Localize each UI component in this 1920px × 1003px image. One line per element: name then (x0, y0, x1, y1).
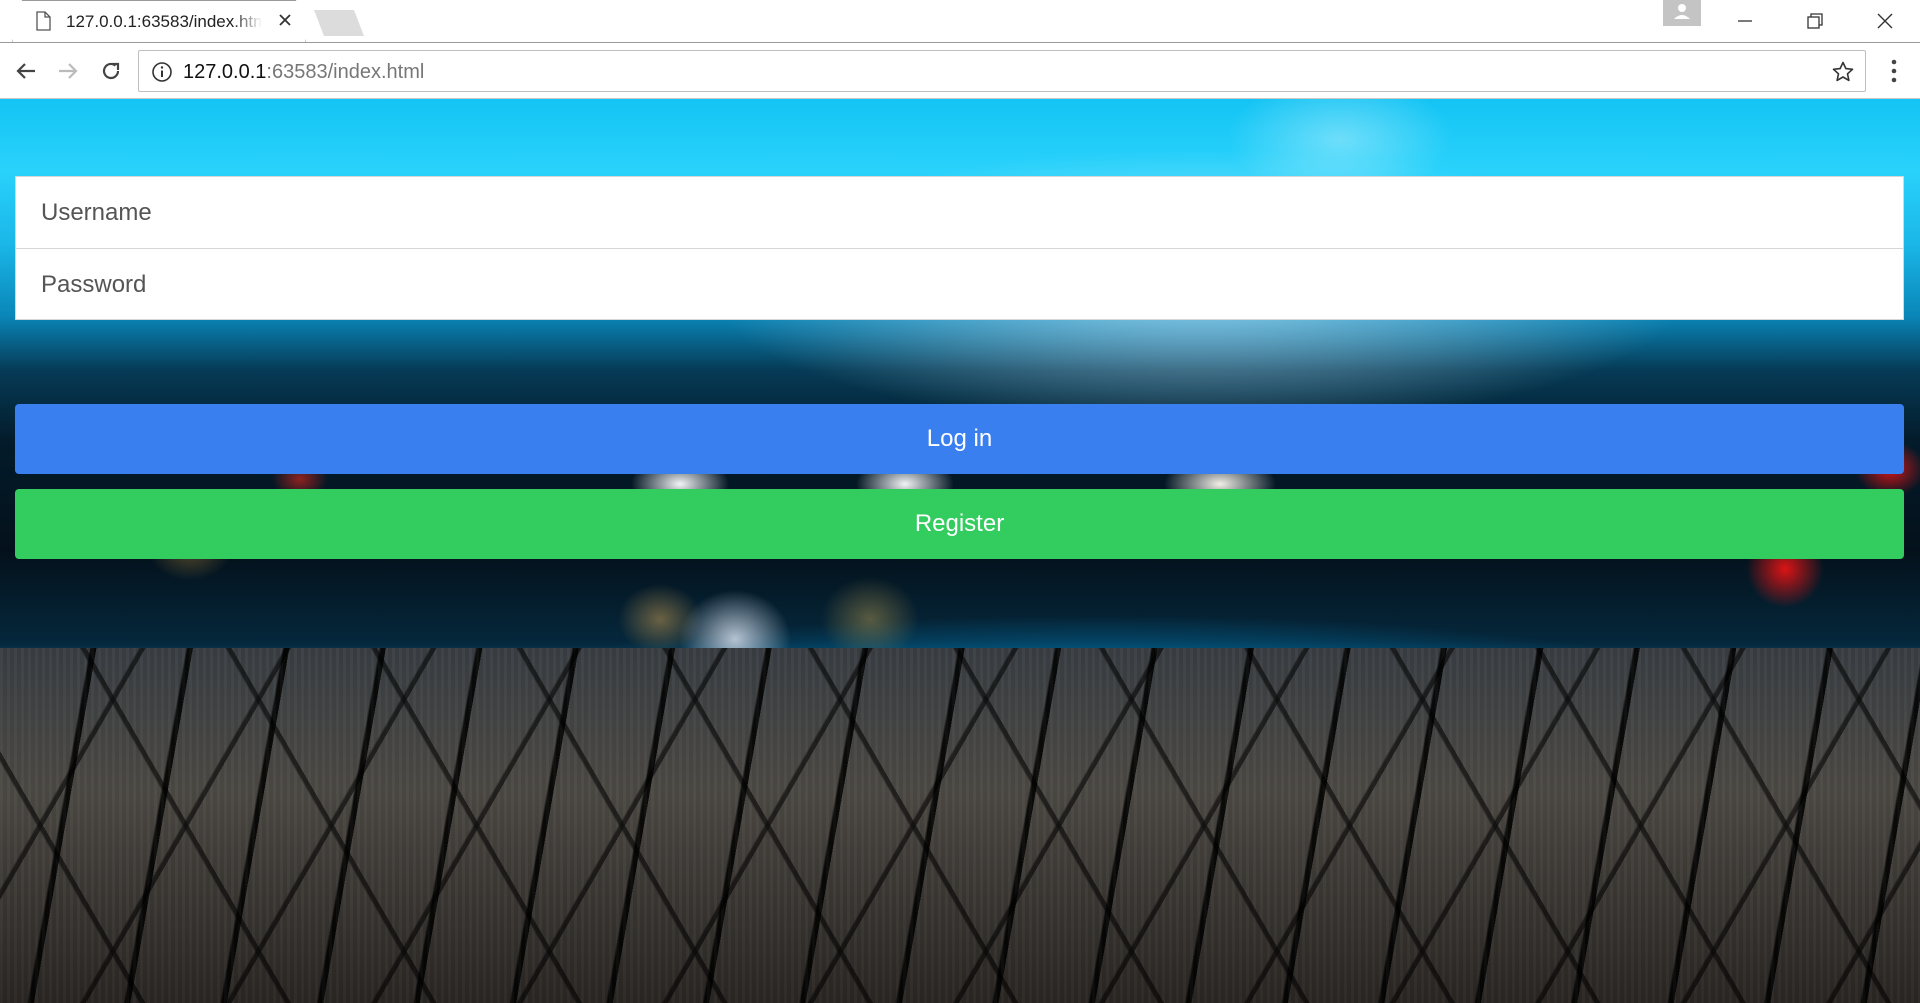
password-input[interactable] (16, 249, 1903, 321)
close-icon (1877, 13, 1893, 29)
forward-button[interactable] (52, 55, 84, 87)
reload-button[interactable] (95, 55, 127, 87)
restore-icon (1807, 13, 1823, 29)
login-form (15, 176, 1904, 321)
new-tab-button[interactable] (314, 10, 364, 36)
browser-toolbar: 127.0.0.1:63583/index.html (0, 42, 1920, 99)
url-host: 127.0.0.1 (183, 61, 267, 83)
back-button[interactable] (10, 55, 42, 87)
minimize-icon (1738, 20, 1752, 22)
arrow-right-icon (59, 63, 78, 79)
page-background: Log in Register (0, 99, 1920, 1003)
menu-icon[interactable] (1882, 57, 1906, 85)
tab-strip: 127.0.0.1:63583/index.html (0, 0, 1920, 43)
login-button[interactable]: Log in (15, 404, 1904, 474)
address-bar[interactable]: 127.0.0.1:63583/index.html (138, 50, 1866, 92)
star-icon[interactable] (1831, 60, 1855, 84)
url-text[interactable]: 127.0.0.1:63583/index.html (183, 61, 424, 83)
url-path: :63583/index.html (266, 61, 425, 83)
wooden-floor-background (0, 648, 1920, 1003)
tab-title: 127.0.0.1:63583/index.html (66, 12, 262, 31)
minimize-button[interactable] (1710, 0, 1780, 42)
arrow-left-icon (16, 63, 35, 79)
close-icon[interactable] (276, 11, 294, 29)
window-close-button[interactable] (1850, 0, 1920, 42)
profile-icon[interactable] (1663, 0, 1701, 26)
page-icon (36, 11, 51, 31)
username-input[interactable] (16, 177, 1903, 249)
restore-button[interactable] (1780, 0, 1850, 42)
reload-icon (102, 62, 120, 80)
browser-chrome: 127.0.0.1:63583/index.html 127.0.0.1:635… (0, 0, 1920, 99)
register-button[interactable]: Register (15, 489, 1904, 559)
info-icon[interactable] (151, 61, 173, 83)
